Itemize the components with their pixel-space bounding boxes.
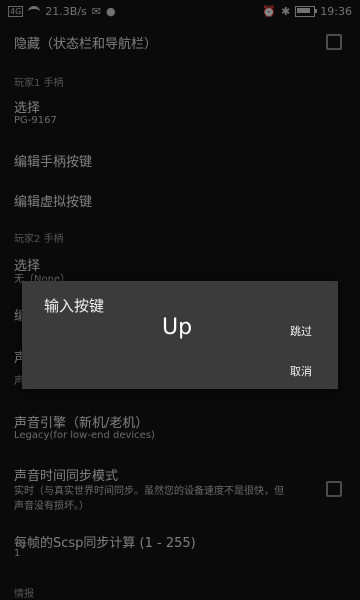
skip-button[interactable]: 跳过 — [290, 323, 312, 339]
dialog-title: 输入按键 — [44, 297, 105, 315]
input-key-dialog: 输入按键 Up 跳过 取消 — [22, 281, 338, 389]
pressed-key-label: Up — [162, 315, 193, 340]
cancel-button[interactable]: 取消 — [290, 363, 312, 379]
